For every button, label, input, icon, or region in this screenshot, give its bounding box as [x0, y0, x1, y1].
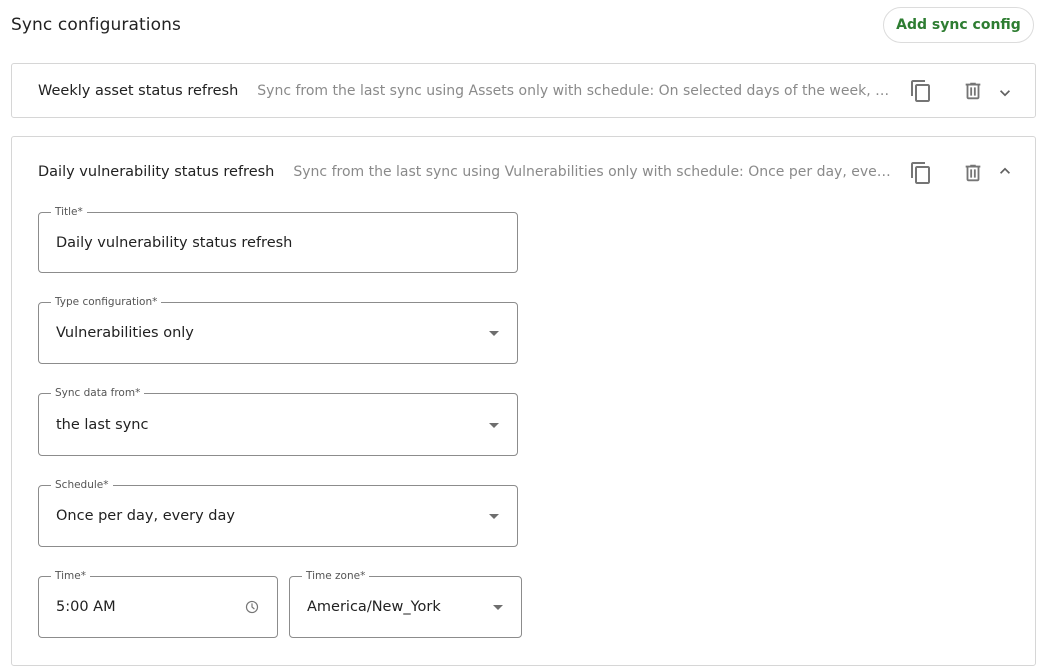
time-field-value: 5:00 AM [56, 599, 116, 615]
schedule-value: Once per day, every day [56, 508, 235, 524]
panel-title: Daily vulnerability status refresh [38, 164, 275, 180]
schedule-select[interactable]: Schedule* Once per day, every day [38, 478, 518, 547]
time-zone-label: Time zone* [302, 569, 370, 583]
time-zone-select[interactable]: Time zone* America/New_York [289, 569, 522, 638]
panel-header[interactable]: Weekly asset status refresh Sync from th… [12, 64, 1035, 118]
type-configuration-label: Type configuration* [51, 295, 162, 309]
dropdown-arrow-icon [489, 422, 499, 428]
page-title: Sync configurations [11, 15, 181, 35]
title-field[interactable]: Title* Daily vulnerability status refres… [38, 205, 518, 273]
dropdown-arrow-icon [489, 331, 499, 336]
time-field-label: Time* [51, 569, 90, 583]
panel-summary: Sync from the last sync using Vulnerabil… [293, 164, 896, 180]
collapse-button[interactable] [991, 157, 1019, 185]
dropdown-arrow-icon [489, 514, 499, 519]
panel-summary: Sync from the last sync using Assets onl… [257, 83, 894, 99]
panel-title: Weekly asset status refresh [38, 83, 239, 99]
sync-data-from-select[interactable]: Sync data from* the last sync [38, 386, 518, 456]
trash-icon [965, 82, 981, 100]
delete-button[interactable] [959, 159, 987, 187]
clock-icon[interactable] [245, 600, 259, 614]
expand-button[interactable] [991, 79, 1019, 107]
sync-config-panel-daily: Daily vulnerability status refresh Sync … [11, 136, 1036, 666]
copy-button[interactable] [907, 159, 935, 187]
sync-data-from-value: the last sync [56, 416, 149, 433]
copy-icon [911, 162, 930, 184]
dropdown-arrow-icon [493, 605, 503, 610]
time-field[interactable]: Time* 5:00 AM [38, 569, 278, 638]
sync-config-panel-weekly: Weekly asset status refresh Sync from th… [11, 63, 1036, 118]
chevron-down-icon [1000, 90, 1010, 97]
panel-header[interactable]: Daily vulnerability status refresh Sync … [12, 137, 1035, 207]
copy-icon [911, 80, 930, 102]
type-configuration-value: Vulnerabilities only [56, 325, 194, 341]
title-field-label: Title* [51, 205, 87, 219]
type-configuration-select[interactable]: Type configuration* Vulnerabilities only [38, 295, 518, 364]
schedule-label: Schedule* [51, 478, 113, 492]
time-zone-value: America/New_York [307, 599, 441, 615]
copy-button[interactable] [907, 77, 935, 105]
trash-icon [965, 164, 981, 182]
chevron-up-icon [1000, 167, 1010, 174]
add-sync-config-button[interactable]: Add sync config [883, 7, 1034, 43]
sync-data-from-label: Sync data from* [51, 386, 145, 400]
title-field-value: Daily vulnerability status refresh [56, 234, 293, 251]
delete-button[interactable] [959, 77, 987, 105]
